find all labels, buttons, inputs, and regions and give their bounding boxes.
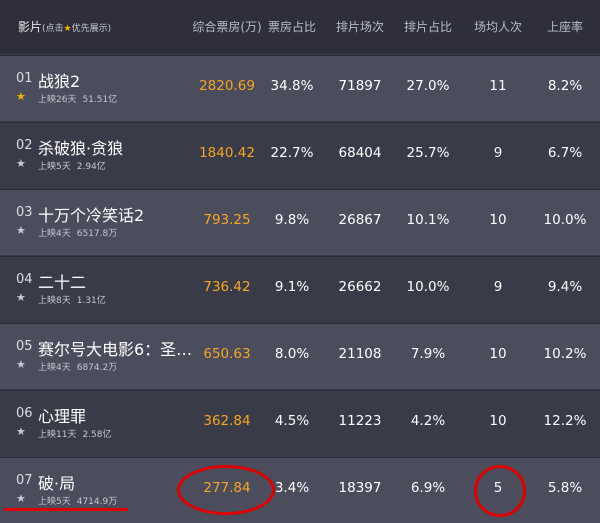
shows-value: 21108 — [338, 346, 382, 362]
release-days: 上映26天 — [38, 95, 77, 105]
movie-title[interactable]: 杀破狼·贪狼 — [38, 135, 123, 159]
header-show-share[interactable]: 排片占比 — [398, 18, 458, 35]
release-meta: 上映4天 6874.2万 — [38, 360, 117, 373]
box-office-value: 793.25 — [203, 212, 251, 228]
shows-value: 68404 — [338, 145, 382, 161]
release-days: 上映5天 — [38, 162, 71, 172]
release-meta: 上映4天 6517.8万 — [38, 226, 117, 239]
movie-title[interactable]: 战狼2 — [38, 68, 80, 92]
star-icon[interactable]: ★ — [16, 90, 26, 103]
shows-value: 11223 — [338, 413, 382, 429]
show-share-value: 10.0% — [406, 279, 450, 295]
total-box-office: 6874.2万 — [76, 363, 118, 373]
box-office-value: 650.63 — [203, 346, 251, 362]
total-box-office: 1.31亿 — [76, 296, 106, 306]
rank-number: 03 — [16, 205, 33, 220]
star-icon[interactable]: ★ — [16, 224, 26, 237]
box-share-value: 9.8% — [274, 212, 310, 228]
shows-value: 26867 — [338, 212, 382, 228]
rank-number: 05 — [16, 339, 33, 354]
release-meta: 上映5天 4714.9万 — [38, 494, 117, 507]
occupancy-value: 9.4% — [547, 279, 583, 295]
show-share-value: 4.2% — [410, 413, 446, 429]
header-film[interactable]: 影片(点击★优先展示) — [18, 18, 111, 35]
total-box-office: 2.94亿 — [76, 162, 106, 172]
total-box-office: 6517.8万 — [76, 229, 118, 239]
release-meta: 上映8天 1.31亿 — [38, 293, 106, 306]
box-share-value: 22.7% — [270, 145, 314, 161]
release-days: 上映8天 — [38, 296, 71, 306]
release-meta: 上映5天 2.94亿 — [38, 159, 106, 172]
table-row[interactable]: 04 二十二 ★ 上映8天 1.31亿 736.42 9.1% 26662 10.… — [0, 256, 600, 322]
avg-attendance-value: 9 — [493, 279, 503, 295]
table-row[interactable]: 02 杀破狼·贪狼 ★ 上映5天 2.94亿 1840.42 22.7% 6840… — [0, 122, 600, 188]
rank-number: 06 — [16, 406, 33, 421]
rank-number: 07 — [16, 473, 33, 488]
occupancy-value: 10.0% — [543, 212, 587, 228]
show-share-value: 7.9% — [410, 346, 446, 362]
release-days: 上映4天 — [38, 363, 71, 373]
release-days: 上映11天 — [38, 430, 77, 440]
shows-value: 18397 — [338, 480, 382, 496]
avg-attendance-value: 11 — [489, 78, 507, 94]
star-icon[interactable]: ★ — [16, 291, 26, 304]
star-icon: ★ — [63, 24, 72, 34]
occupancy-value: 12.2% — [543, 413, 587, 429]
show-share-value: 27.0% — [406, 78, 450, 94]
release-days: 上映4天 — [38, 229, 71, 239]
occupancy-value: 6.7% — [547, 145, 583, 161]
total-box-office: 4714.9万 — [76, 497, 118, 507]
shows-value: 26662 — [338, 279, 382, 295]
show-share-value: 6.9% — [410, 480, 446, 496]
movie-title[interactable]: 心理罪 — [38, 403, 86, 427]
header-box-share[interactable]: 票房占比 — [262, 18, 322, 35]
box-share-value: 9.1% — [274, 279, 310, 295]
avg-attendance-value: 10 — [489, 413, 507, 429]
box-office-value: 1840.42 — [199, 145, 255, 161]
rank-number: 02 — [16, 138, 33, 153]
table-row[interactable]: 06 心理罪 ★ 上映11天 2.58亿 362.84 4.5% 11223 4.… — [0, 390, 600, 456]
avg-attendance-value: 10 — [489, 212, 507, 228]
avg-attendance-value: 9 — [493, 145, 503, 161]
annotation-circle-avg-attendance — [474, 465, 526, 517]
table-header: 影片(点击★优先展示) 综合票房(万) 票房占比 排片场次 排片占比 场均人次 … — [0, 0, 600, 54]
show-share-value: 25.7% — [406, 145, 450, 161]
show-share-value: 10.1% — [406, 212, 450, 228]
table-row[interactable]: 05 赛尔号大电影6：圣… ★ 上映4天 6874.2万 650.63 8.0% … — [0, 323, 600, 389]
box-office-value: 736.42 — [203, 279, 251, 295]
star-icon[interactable]: ★ — [16, 157, 26, 170]
total-box-office: 51.51亿 — [82, 95, 118, 105]
box-office-value: 362.84 — [203, 413, 251, 429]
table-row[interactable]: 01 战狼2 ★ 上映26天 51.51亿 2820.69 34.8% 71897… — [0, 55, 600, 121]
release-meta: 上映26天 51.51亿 — [38, 92, 117, 105]
occupancy-value: 5.8% — [547, 480, 583, 496]
rank-number: 01 — [16, 71, 33, 86]
occupancy-value: 10.2% — [543, 346, 587, 362]
release-days: 上映5天 — [38, 497, 71, 507]
star-icon[interactable]: ★ — [16, 425, 26, 438]
header-avg-attendance[interactable]: 场均人次 — [468, 18, 528, 35]
movie-title[interactable]: 破·局 — [38, 470, 75, 494]
star-icon[interactable]: ★ — [16, 358, 26, 371]
release-meta: 上映11天 2.58亿 — [38, 427, 112, 440]
annotation-circle-box-office — [177, 465, 275, 515]
header-box-office[interactable]: 综合票房(万) — [182, 18, 272, 35]
rank-number: 04 — [16, 272, 33, 287]
movie-title[interactable]: 二十二 — [38, 269, 86, 293]
box-share-value: 4.5% — [274, 413, 310, 429]
shows-value: 71897 — [338, 78, 382, 94]
box-share-value: 34.8% — [270, 78, 314, 94]
header-shows[interactable]: 排片场次 — [330, 18, 390, 35]
movie-title[interactable]: 十万个冷笑话2 — [38, 202, 144, 226]
total-box-office: 2.58亿 — [82, 430, 112, 440]
avg-attendance-value: 10 — [489, 346, 507, 362]
star-icon[interactable]: ★ — [16, 492, 26, 505]
occupancy-value: 8.2% — [547, 78, 583, 94]
header-occupancy[interactable]: 上座率 — [535, 18, 595, 35]
box-office-value: 2820.69 — [199, 78, 255, 94]
box-share-value: 8.0% — [274, 346, 310, 362]
table-row[interactable]: 03 十万个冷笑话2 ★ 上映4天 6517.8万 793.25 9.8% 268… — [0, 189, 600, 255]
movie-title[interactable]: 赛尔号大电影6：圣… — [38, 336, 192, 360]
annotation-underline — [4, 508, 128, 511]
